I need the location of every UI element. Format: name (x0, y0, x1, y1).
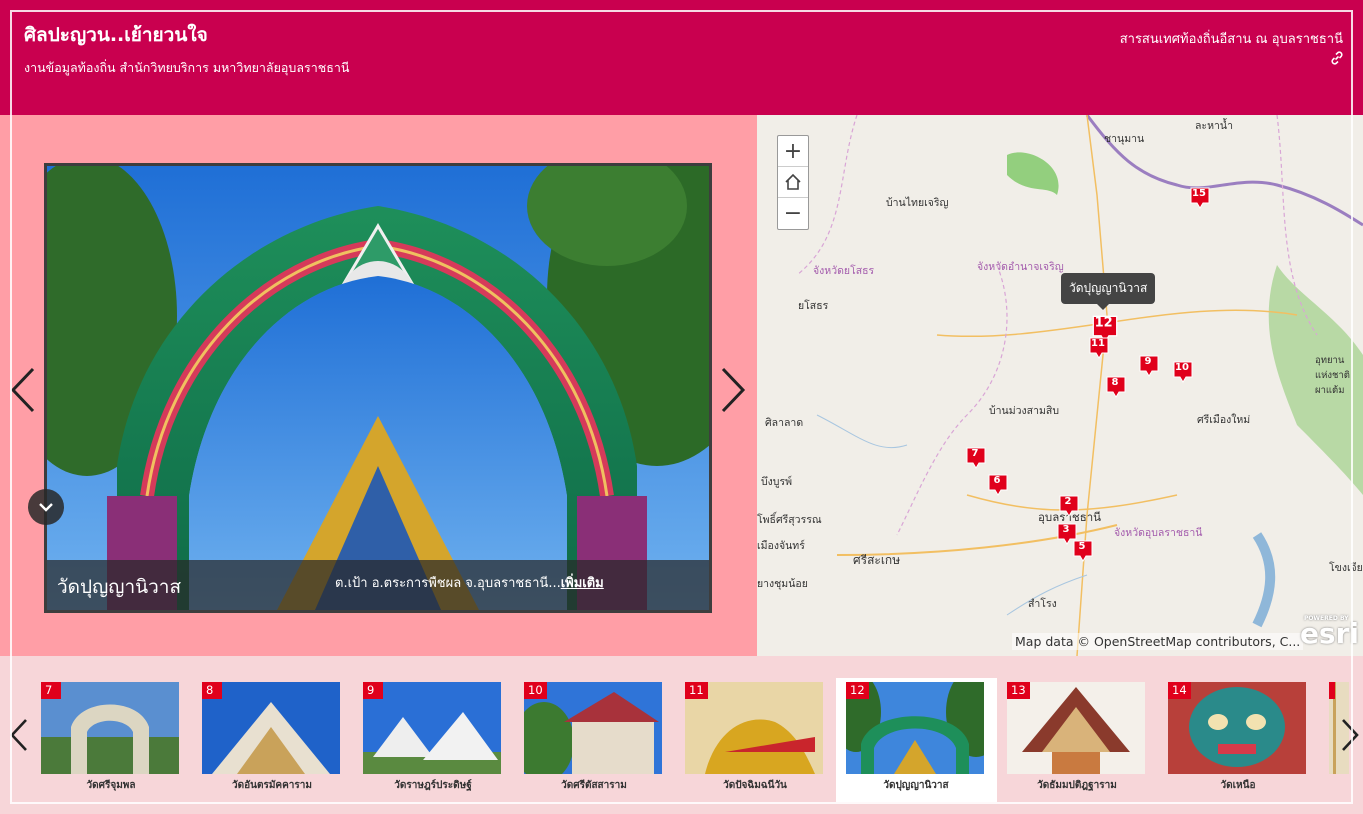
map-label: โพธิ์ศรีสุวรรณ (757, 514, 822, 526)
thumbnail-image (363, 682, 501, 774)
caption-bar: วัดปุญญานิวาส ต.เป้า อ.ตระการพืชผล จ.อุบ… (47, 560, 709, 610)
thumbnail-label: วัดธัมมปติฎฐาราม (1037, 780, 1117, 791)
thumbnail-number: 8 (202, 682, 222, 699)
thumbnail-label: วัดศรีตัสสาราม (561, 780, 627, 791)
map-tooltip: วัดปุญญานิวาส (1061, 273, 1156, 310)
map-label: บ้านไทยเจริญ (886, 197, 949, 209)
strip-next-icon[interactable] (1336, 710, 1363, 760)
esri-powered-text: POWERED BY (1303, 615, 1349, 622)
thumbnail-image (41, 682, 179, 774)
story-byline[interactable]: สารสนเทศท้องถิ่นอีสาน ณ อุบลราชธานี (1120, 28, 1343, 49)
map-marker-5[interactable]: 5 (1073, 540, 1093, 562)
link-icon[interactable] (1329, 50, 1345, 66)
map-label: ยโสธร (798, 300, 829, 312)
thumbnail-label: วัดศรีจุมพล (86, 780, 136, 791)
zoom-in-icon[interactable]: + (778, 136, 808, 167)
map-label: บึงบูรพ์ (761, 476, 793, 488)
map-label: ศรีเมืองใหม่ (1197, 414, 1251, 426)
thumbnail-label: วัดเหนือ (1220, 780, 1256, 791)
app-header: ศิลปะญวน..เย้ายวนใจ งานข้อมูลท้องถิ่น สำ… (0, 0, 1363, 115)
thumbnail-image (202, 682, 340, 774)
map-attribution: Map data © OpenStreetMap contributors, C… (1012, 633, 1304, 650)
map-label: จังหวัดอำนาจเจริญ (977, 261, 1064, 273)
thumbnail-number: 12 (846, 682, 869, 699)
thumbnail-number (1329, 682, 1335, 699)
map-label: ศิลาลาด (765, 417, 804, 429)
map-label: ชานุมาน (1104, 133, 1145, 145)
map-label: สำโรง (1028, 598, 1057, 610)
esri-logo: POWERED BY esri (1299, 615, 1359, 650)
zoom-out-icon[interactable]: − (778, 198, 808, 229)
map-label: เมืองจันทร์ (757, 540, 805, 552)
map-label: ศรีสะเกษ (853, 553, 901, 567)
thumbnail-number: 10 (524, 682, 547, 699)
chevron-down-icon[interactable] (28, 489, 64, 525)
gate-photo-image (47, 166, 709, 610)
previous-arrow-icon[interactable] (6, 365, 40, 415)
thumbnail-number: 11 (685, 682, 708, 699)
map-label: อุทยาน แห่งชาติ ผาแต้ม (1315, 355, 1350, 396)
map-basemap (796, 115, 1363, 656)
map-label: จังหวัดยโสธร (813, 265, 875, 277)
map-marker-15[interactable]: 15 (1190, 187, 1210, 209)
map-label: โขงเจียม (1329, 562, 1363, 574)
thumbnail-8[interactable]: 8 วัดอันตรมัคคาราม (192, 678, 353, 802)
media-panel: วัดปุญญานิวาส ต.เป้า อ.ตระการพืชผล จ.อุบ… (0, 115, 757, 656)
caption-description: ต.เป้า อ.ตระการพืชผล จ.อุบลราชธานี...เพิ… (335, 572, 604, 593)
thumbnail-12[interactable]: 12 วัดปุญญานิวาส (836, 678, 997, 802)
map-label: ยางชุมน้อย (757, 578, 808, 590)
thumbnail-label: วัดปัจฉิมฉนีวัน (723, 780, 787, 791)
thumbnail-11[interactable]: 11 วัดปัจฉิมฉนีวัน (675, 678, 836, 802)
thumbnail-label: วัดราษฎร์ประดิษฐ์ (394, 780, 472, 791)
caption-title: วัดปุญญานิวาส (57, 576, 182, 598)
thumbnail-number: 7 (41, 682, 61, 699)
thumbnail-13[interactable]: 13 วัดธัมมปติฎฐาราม (997, 678, 1158, 802)
zoom-controls: + − (777, 135, 809, 230)
thumbnail-label: วัดปุญญานิวาส (883, 780, 949, 791)
map-marker-8[interactable]: 8 (1106, 376, 1126, 398)
map-marker-9[interactable]: 9 (1139, 355, 1159, 377)
map-view[interactable]: + − ละหาน้ำ ชานุมาน บ้านไทยเจริญ จังหวัด… (757, 115, 1363, 656)
map-label: ละหาน้ำ (1195, 120, 1233, 132)
main-photo: วัดปุญญานิวาส ต.เป้า อ.ตระการพืชผล จ.อุบ… (44, 163, 712, 613)
thumbnail-7[interactable]: 7 วัดศรีจุมพล (31, 678, 192, 802)
story-title: ศิลปะญวน..เย้ายวนใจ (24, 24, 208, 46)
caption-text: ต.เป้า อ.ตระการพืชผล จ.อุบลราชธานี... (335, 576, 561, 591)
thumbnail-label: วัดอันตรมัคคาราม (232, 780, 312, 791)
map-marker-10[interactable]: 10 (1173, 361, 1193, 383)
thumbnail-number: 9 (363, 682, 383, 699)
thumbnail-number: 13 (1007, 682, 1030, 699)
thumbnail-10[interactable]: 10 วัดศรีตัสสาราม (514, 678, 675, 802)
next-arrow-icon[interactable] (716, 365, 750, 415)
thumbnail-strip: 7 วัดศรีจุมพล 8 วัดอันตรมัคคาราม 9 วัดรา… (0, 656, 1363, 814)
thumbnail-number: 14 (1168, 682, 1191, 699)
map-label: จังหวัดอุบลราชธานี (1114, 527, 1203, 539)
map-label: บ้านม่วงสามสิบ (989, 405, 1059, 417)
map-marker-2[interactable]: 2 (1059, 495, 1079, 517)
thumbnail-9[interactable]: 9 วัดราษฎร์ประดิษฐ์ (353, 678, 514, 802)
map-marker-11[interactable]: 11 (1089, 337, 1109, 359)
map-marker-7[interactable]: 7 (966, 447, 986, 469)
home-icon[interactable] (778, 167, 808, 198)
more-link[interactable]: เพิ่มเติม (561, 576, 604, 591)
thumbnail-14[interactable]: 14 วัดเหนือ (1158, 678, 1319, 802)
story-subtitle: งานข้อมูลท้องถิ่น สำนักวิทยบริการ มหาวิท… (24, 60, 350, 75)
map-marker-6[interactable]: 6 (988, 474, 1008, 496)
